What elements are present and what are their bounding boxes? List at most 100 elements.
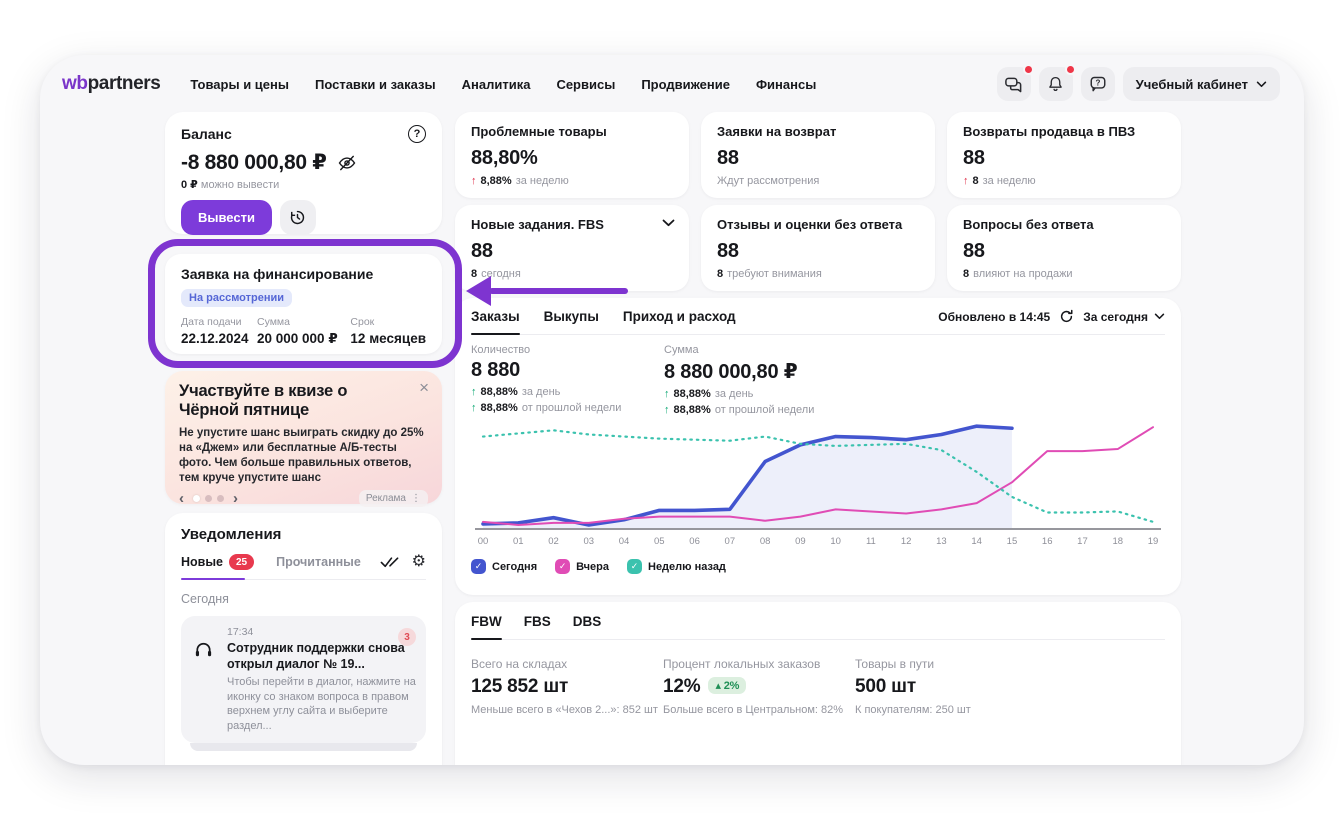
eye-off-icon[interactable] [337, 153, 357, 173]
card-value: 88 [717, 240, 919, 263]
svg-text:04: 04 [619, 536, 630, 547]
chevron-down-icon [1256, 81, 1267, 88]
refresh-icon[interactable] [1059, 309, 1074, 324]
tab-read[interactable]: Прочитанные [276, 555, 361, 569]
metric-quantity: Количество 8 880 ↑88,88%за день ↑88,88%о… [471, 344, 664, 416]
top-navbar: wbpartners Товары и цены Поставки и зака… [40, 55, 1304, 101]
stock-total: Всего на складах 125 852 шт Меньше всего… [471, 657, 663, 716]
close-icon[interactable]: × [419, 379, 429, 396]
growth-badge: ▴2% [708, 677, 746, 694]
delta-value: 88,88% [674, 404, 711, 416]
card-delta: 8 [471, 268, 477, 280]
financing-request-card[interactable]: Заявка на финансирование На рассмотрении… [165, 254, 442, 354]
nav-item-supplies[interactable]: Поставки и заказы [315, 77, 436, 92]
tab-income-expense[interactable]: Приход и расход [623, 309, 736, 324]
support-button[interactable]: ? [1081, 67, 1115, 101]
delta-value: 88,88% [674, 388, 711, 400]
balance-title: Баланс [181, 126, 232, 142]
card-title: Возвраты продавца в ПВЗ [963, 124, 1165, 139]
period-dropdown[interactable]: За сегодня [1083, 310, 1165, 324]
delta-value: 88,88% [481, 386, 518, 398]
svg-text:03: 03 [584, 536, 595, 547]
goods-in-transit: Товары в пути 500 шт К покупателям: 250 … [855, 657, 1047, 716]
orders-panel: Заказы Выкупы Приход и расход Обновлено … [455, 298, 1181, 595]
chat-button[interactable] [997, 67, 1031, 101]
svg-text:?: ? [1095, 78, 1100, 87]
legend-label: Неделю назад [648, 561, 726, 573]
nav-item-services[interactable]: Сервисы [556, 77, 615, 92]
card-return-requests[interactable]: Заявки на возврат 88 Ждут рассмотрения [701, 112, 935, 198]
tab-orders[interactable]: Заказы [471, 309, 520, 324]
legend-yesterday[interactable]: ✓ Вчера [555, 559, 609, 574]
metric-sum: Сумма 8 880 000,80 ₽ ↑88,88%за день ↑88,… [664, 344, 857, 416]
card-value: 88 [963, 147, 1165, 170]
nav-item-goods[interactable]: Товары и цены [190, 77, 289, 92]
checkbox-checked-icon[interactable]: ✓ [471, 559, 486, 574]
tab-fbs[interactable]: FBS [524, 614, 551, 629]
carousel-dot[interactable] [205, 495, 212, 502]
notifications-tabs: Новые 25 Прочитанные ⚙ [181, 554, 426, 580]
chevron-down-icon[interactable] [662, 219, 675, 227]
warehouse-panel: FBW FBS DBS Всего на складах 125 852 шт … [455, 602, 1181, 765]
new-count-badge: 25 [229, 554, 254, 570]
checkbox-checked-icon[interactable]: ✓ [627, 559, 642, 574]
tab-new[interactable]: Новые 25 [181, 554, 254, 570]
checkbox-checked-icon[interactable]: ✓ [555, 559, 570, 574]
wbpartners-logo[interactable]: wbpartners [62, 73, 160, 95]
financing-sum-label: Сумма [257, 316, 350, 328]
carousel-dot[interactable] [193, 495, 200, 502]
carousel-prev-icon[interactable]: ‹ [179, 491, 184, 506]
delta-text: за день [522, 386, 561, 398]
svg-text:10: 10 [830, 536, 841, 547]
financing-sum-value: 20 000 000 ₽ [257, 331, 350, 347]
carousel-dot[interactable] [217, 495, 224, 502]
history-button[interactable] [280, 200, 316, 235]
card-problem-goods[interactable]: Проблемные товары 88,80% ↑8,88%за неделю [455, 112, 689, 198]
svg-text:17: 17 [1077, 536, 1088, 547]
chevron-down-icon [1154, 313, 1165, 320]
tab-fbw[interactable]: FBW [471, 614, 502, 629]
card-new-tasks-fbs[interactable]: Новые задания. FBS 88 8сегодня [455, 205, 689, 291]
notifications-button[interactable] [1039, 67, 1073, 101]
nav-item-finance[interactable]: Финансы [756, 77, 816, 92]
ad-badge[interactable]: Реклама⋮ [359, 490, 428, 507]
account-menu[interactable]: Учебный кабинет [1123, 67, 1280, 101]
balance-help-icon[interactable]: ? [408, 125, 426, 143]
svg-text:05: 05 [654, 536, 665, 547]
card-seller-returns[interactable]: Возвраты продавца в ПВЗ 88 ↑8за неделю [947, 112, 1181, 198]
card-value: 88 [717, 147, 919, 170]
mark-all-read-icon[interactable] [380, 555, 400, 569]
card-unanswered-reviews[interactable]: Отзывы и оценки без ответа 88 8требуют в… [701, 205, 935, 291]
withdraw-button[interactable]: Вывести [181, 200, 272, 235]
card-delta: 8 [963, 268, 969, 280]
card-title: Вопросы без ответа [963, 217, 1165, 232]
orders-line-chart[interactable]: 0001020304050607080910111213141516171819 [471, 418, 1165, 558]
card-subtext: влияют на продажи [973, 268, 1072, 280]
notification-item[interactable]: 17:21 Акция «Гонка за скидками: [181, 763, 426, 765]
card-unanswered-questions[interactable]: Вопросы без ответа 88 8влияют на продажи [947, 205, 1181, 291]
delta-text: от прошлой недели [522, 402, 622, 414]
notifications-card: Уведомления Новые 25 Прочитанные ⚙ Сегод… [165, 513, 442, 765]
card-value: 88,80% [471, 147, 673, 170]
gear-icon[interactable]: ⚙ [412, 554, 426, 570]
logo-partners: partners [88, 73, 161, 94]
legend-label: Вчера [576, 561, 609, 573]
svg-text:12: 12 [901, 536, 912, 547]
up-arrow-red-icon: ↑ [471, 175, 477, 187]
legend-today[interactable]: ✓Сегодня [471, 559, 537, 574]
ad-label: Реклама [366, 493, 406, 504]
tab-buyouts[interactable]: Выкупы [544, 309, 599, 324]
quiz-banner[interactable]: Участвуйте в квизе о Чёрной пятнице × Не… [165, 371, 442, 504]
stat-subtext: Больше всего в Центральном: 82% [663, 704, 855, 716]
tab-dbs[interactable]: DBS [573, 614, 602, 629]
nav-item-promotion[interactable]: Продвижение [641, 77, 730, 92]
chat-icon [1004, 75, 1023, 94]
financing-date-value: 22.12.2024 [181, 331, 257, 346]
balance-available-text: можно вывести [201, 179, 279, 191]
notification-item[interactable]: 17:34 Сотрудник поддержки снова открыл д… [181, 616, 426, 743]
legend-week-ago[interactable]: ✓ Неделю назад [627, 559, 726, 574]
stat-subtext: К покупателям: 250 шт [855, 704, 1047, 716]
card-subtext: требуют внимания [727, 268, 822, 280]
nav-item-analytics[interactable]: Аналитика [462, 77, 531, 92]
carousel-next-icon[interactable]: › [233, 491, 238, 506]
